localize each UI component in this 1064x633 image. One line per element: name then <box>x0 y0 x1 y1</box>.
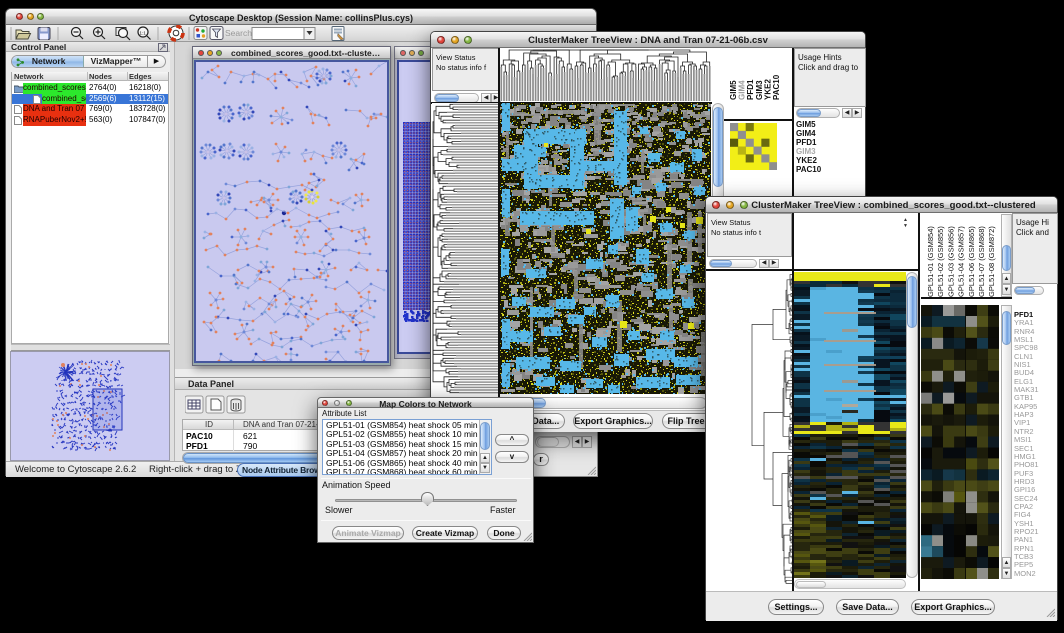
svg-text:GPL51-01 (GSM854): GPL51-01 (GSM854) <box>926 226 935 297</box>
svg-text:1:1: 1:1 <box>140 31 147 36</box>
svg-text:PAC10: PAC10 <box>772 74 781 100</box>
svg-text:GPL51-07 (GSM868): GPL51-07 (GSM868) <box>977 226 986 297</box>
svg-text:GPL51-06 (GSM865): GPL51-06 (GSM865) <box>967 226 976 297</box>
svg-text:GPL51-02 (GSM855): GPL51-02 (GSM855) <box>936 226 945 297</box>
svg-text:GPL51-04 (GSM857): GPL51-04 (GSM857) <box>957 226 966 297</box>
svg-text:GPL51-03 (GSM856): GPL51-03 (GSM856) <box>946 226 955 297</box>
svg-text:Search:: Search: <box>225 28 254 38</box>
svg-text:GPL51-08 (GSM872): GPL51-08 (GSM872) <box>987 226 996 297</box>
